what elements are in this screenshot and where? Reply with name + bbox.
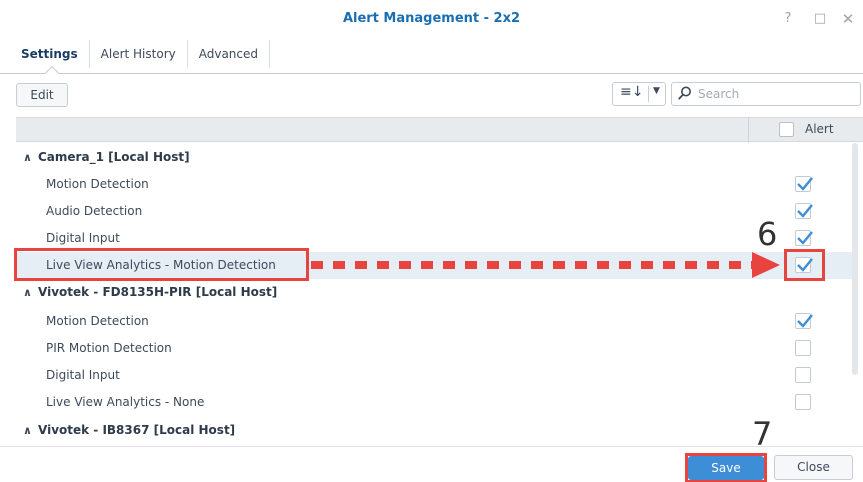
alert-checkbox[interactable] (795, 367, 811, 383)
help-icon[interactable]: ? (778, 9, 798, 29)
annotation-highlight-checkbox (784, 249, 825, 281)
row-label: Live View Analytics - None (46, 395, 205, 409)
title-bar: Alert Management - 2x2 ? □ ✕ (0, 0, 863, 38)
checkmark-icon (797, 231, 813, 245)
column-divider (748, 118, 749, 143)
close-button[interactable]: Close (774, 455, 853, 480)
alert-grid: Alert ∧ Camera_1 [Local Host] Motion Det… (16, 117, 863, 445)
row-label: Motion Detection (46, 177, 149, 191)
search-input[interactable] (698, 84, 856, 104)
row-label: Digital Input (46, 368, 120, 382)
checkmark-icon (797, 204, 813, 218)
group-row-camera-1[interactable]: ∧ Camera_1 [Local Host] (16, 144, 852, 171)
group-row-vivotek-fd8135h[interactable]: ∧ Vivotek - FD8135H-PIR [Local Host] (16, 279, 852, 306)
group-label: Camera_1 [Local Host] (38, 150, 190, 164)
annotation-highlight-save (685, 453, 767, 482)
annotation-highlight-row (14, 248, 309, 281)
select-all-checkbox[interactable] (779, 122, 794, 137)
alert-checkbox[interactable] (795, 176, 813, 192)
table-row[interactable]: Digital Input (16, 362, 852, 389)
grid-header: Alert (16, 117, 863, 143)
edit-button[interactable]: Edit (16, 83, 68, 107)
alert-column-header: Alert (805, 122, 834, 136)
checkmark-icon (797, 314, 813, 328)
alert-management-window: Alert Management - 2x2 ? □ ✕ Settings Al… (0, 0, 863, 482)
maximize-icon[interactable]: □ (810, 9, 830, 29)
tab-bar: Settings Alert History Advanced (10, 40, 271, 70)
close-icon[interactable]: ✕ (838, 9, 858, 29)
annotation-arrowhead (752, 252, 780, 278)
sort-menu-button[interactable]: ≡↓ ▼ (612, 82, 666, 106)
window-title: Alert Management - 2x2 (342, 11, 521, 26)
alert-checkbox[interactable] (795, 340, 811, 356)
annotation-step-7: 7 (752, 415, 773, 453)
alert-checkbox[interactable] (795, 313, 813, 329)
grid-scrollbar[interactable] (852, 143, 858, 375)
row-label: Audio Detection (46, 204, 143, 218)
footer-divider (0, 446, 863, 447)
table-row[interactable]: Motion Detection (16, 308, 852, 335)
sort-icon: ≡↓ (620, 84, 644, 100)
chevron-up-icon[interactable]: ∧ (23, 144, 32, 171)
group-label: Vivotek - FD8135H-PIR [Local Host] (38, 285, 278, 299)
sort-divider (648, 86, 649, 102)
table-row[interactable]: Live View Analytics - None (16, 389, 852, 416)
tab-advanced[interactable]: Advanced (188, 40, 271, 68)
chevron-up-icon[interactable]: ∧ (23, 417, 32, 444)
alert-checkbox[interactable] (795, 394, 811, 410)
group-row-vivotek-ib8367[interactable]: ∧ Vivotek - IB8367 [Local Host] (16, 417, 852, 444)
table-row[interactable]: Audio Detection (16, 198, 852, 225)
tab-alert-history[interactable]: Alert History (90, 40, 188, 68)
chevron-down-icon: ▼ (653, 86, 660, 96)
tab-settings[interactable]: Settings (10, 40, 90, 68)
tab-divider (0, 73, 863, 74)
chevron-up-icon[interactable]: ∧ (23, 279, 32, 306)
annotation-step-6: 6 (757, 215, 778, 253)
row-label: PIR Motion Detection (46, 341, 172, 355)
search-icon (678, 86, 691, 100)
row-label: Motion Detection (46, 314, 149, 328)
alert-checkbox[interactable] (795, 230, 813, 246)
alert-checkbox[interactable] (795, 203, 813, 219)
annotation-dashed-arrow (311, 261, 756, 269)
table-row[interactable]: PIR Motion Detection (16, 335, 852, 362)
search-box[interactable] (671, 82, 861, 106)
group-label: Vivotek - IB8367 [Local Host] (38, 423, 236, 437)
checkmark-icon (797, 177, 813, 191)
table-row[interactable]: Motion Detection (16, 171, 852, 198)
